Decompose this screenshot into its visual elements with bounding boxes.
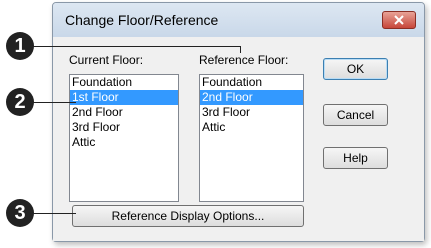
list-item-selected[interactable]: 1st Floor xyxy=(70,90,178,105)
list-item[interactable]: Attic xyxy=(200,120,303,135)
dialog-title: Change Floor/Reference xyxy=(65,12,219,28)
callout-3-leader xyxy=(32,213,76,214)
list-item[interactable]: 3rd Floor xyxy=(200,105,303,120)
list-item[interactable]: Foundation xyxy=(70,75,178,90)
reference-floor-label: Reference Floor: xyxy=(199,53,289,67)
list-item[interactable]: Foundation xyxy=(200,75,303,90)
close-button[interactable] xyxy=(382,11,416,29)
dialog-content: Current Floor: Reference Floor: Foundati… xyxy=(53,37,424,241)
change-floor-reference-dialog: Change Floor/Reference Current Floor: Re… xyxy=(52,2,425,242)
reference-display-options-button[interactable]: Reference Display Options... xyxy=(72,205,304,227)
cancel-button[interactable]: Cancel xyxy=(323,104,388,126)
callout-1: 1 xyxy=(6,32,34,60)
callout-1-leader-tick xyxy=(240,46,241,53)
callout-2: 2 xyxy=(6,88,34,116)
title-bar: Change Floor/Reference xyxy=(53,3,424,37)
list-item[interactable]: 3rd Floor xyxy=(70,120,178,135)
list-item[interactable]: Attic xyxy=(70,135,178,150)
ok-button[interactable]: OK xyxy=(323,58,388,80)
callout-3: 3 xyxy=(6,199,34,227)
close-icon xyxy=(394,15,404,25)
list-item[interactable]: 2nd Floor xyxy=(70,105,178,120)
current-floor-label: Current Floor: xyxy=(69,53,144,67)
list-item-selected[interactable]: 2nd Floor xyxy=(200,90,303,105)
help-button[interactable]: Help xyxy=(323,147,388,169)
current-floor-listbox[interactable]: Foundation 1st Floor 2nd Floor 3rd Floor… xyxy=(69,74,179,202)
reference-floor-listbox[interactable]: Foundation 2nd Floor 3rd Floor Attic xyxy=(199,74,304,202)
callout-2-leader xyxy=(32,102,76,103)
callout-1-leader xyxy=(32,46,240,47)
